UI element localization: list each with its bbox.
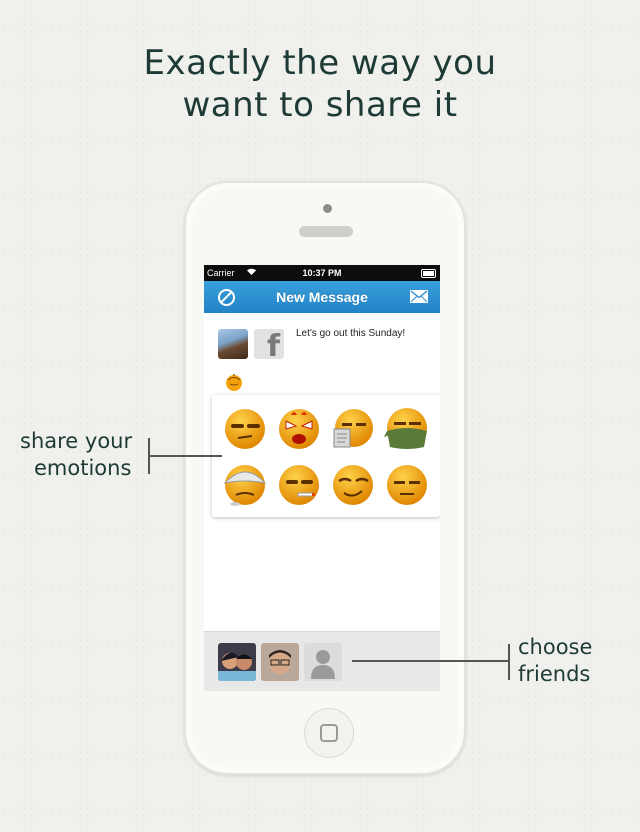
friends-bracket <box>508 644 510 680</box>
angry-emoticon[interactable] <box>276 405 322 451</box>
smug-emoticon[interactable] <box>222 405 268 451</box>
friend-photo[interactable] <box>261 643 299 681</box>
headline: Exactly the way you want to share it <box>0 42 640 126</box>
friends-pointer-line <box>352 660 510 662</box>
message-text[interactable]: Let's go out this Sunday! <box>296 328 405 339</box>
home-button[interactable] <box>304 708 354 758</box>
emoticon-toggle-icon[interactable] <box>224 372 244 392</box>
emotions-callout: share your emotions <box>20 428 132 482</box>
nav-title: New Message <box>276 289 368 305</box>
status-bar: Carrier 10:37 PM <box>204 265 440 281</box>
ninja-emoticon[interactable] <box>384 405 430 451</box>
friends-callout-line-1: choose <box>518 635 593 659</box>
emotions-callout-line-2: emotions <box>34 456 132 480</box>
emotions-pointer-line <box>148 455 222 457</box>
phone-screen: Carrier 10:37 PM New Message f Let's go … <box>204 265 440 691</box>
emoticon-picker <box>212 395 440 517</box>
facebook-icon[interactable]: f <box>254 329 284 359</box>
envelope-icon[interactable] <box>410 290 428 303</box>
headline-line-1: Exactly the way you <box>143 43 497 83</box>
friends-callout-line-2: friends <box>518 662 591 686</box>
home-square-icon <box>320 724 338 742</box>
dizzy-emoticon[interactable] <box>222 461 268 507</box>
bored-emoticon[interactable] <box>384 461 430 507</box>
front-camera <box>323 204 332 213</box>
nav-bar: New Message <box>204 281 440 313</box>
status-time: 10:37 PM <box>302 268 342 278</box>
smoking-emoticon[interactable] <box>276 461 322 507</box>
reading-emoticon[interactable] <box>330 405 376 451</box>
headline-line-2: want to share it <box>182 85 458 125</box>
user-avatar[interactable] <box>218 329 248 359</box>
facebook-letter: f <box>266 329 280 359</box>
friends-callout: choose friends <box>518 634 592 688</box>
earpiece-speaker <box>299 226 353 237</box>
emotions-callout-line-1: share your <box>20 429 133 453</box>
placeholder-person-icon[interactable] <box>304 643 342 681</box>
couple-photo[interactable] <box>218 643 256 681</box>
battery-icon <box>421 269 436 278</box>
sly-emoticon[interactable] <box>330 461 376 507</box>
